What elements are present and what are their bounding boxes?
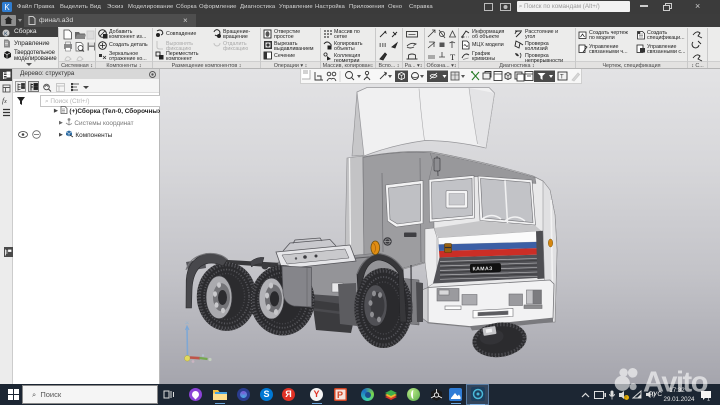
svg-text:1: 1	[707, 397, 710, 402]
svg-text:КАМАЗ: КАМАЗ	[472, 266, 493, 273]
svg-text:T: T	[560, 75, 564, 81]
svg-text:P: P	[337, 390, 343, 400]
svg-text:K: K	[4, 31, 8, 37]
svg-text:K: K	[4, 3, 10, 12]
svg-text:T: T	[450, 52, 456, 62]
svg-text:!: !	[625, 396, 626, 401]
